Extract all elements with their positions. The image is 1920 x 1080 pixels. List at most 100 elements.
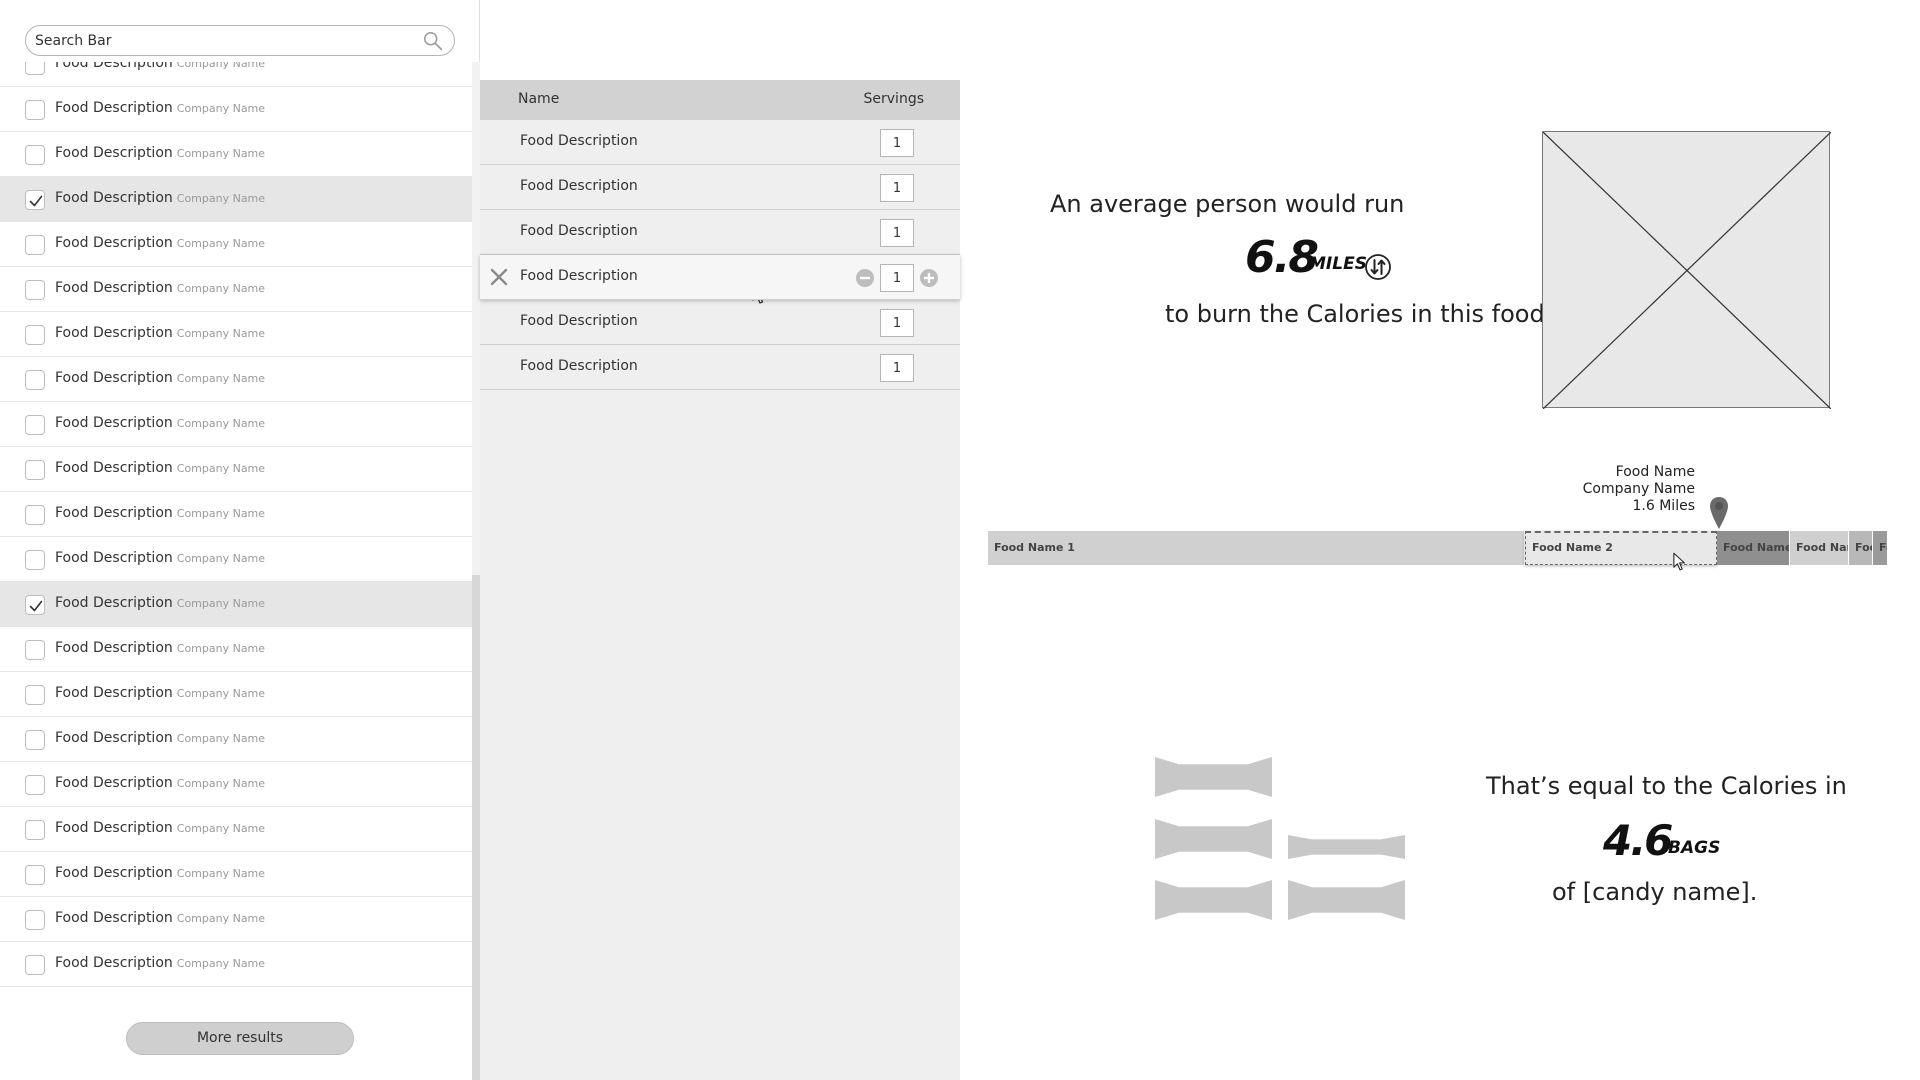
food-list-item[interactable]: Food Description Company Name	[0, 402, 472, 447]
food-item-text: Food Description Company Name	[55, 910, 265, 926]
food-checkbox[interactable]	[25, 639, 45, 660]
calorie-bar-segment[interactable]: Food Name 6	[1873, 531, 1888, 565]
food-description: Food Description	[55, 415, 173, 431]
food-description: Food Description	[55, 910, 173, 926]
food-item-text: Food Description Company Name	[55, 730, 265, 746]
food-list-item[interactable]: Food Description Company Name	[0, 897, 472, 942]
image-placeholder-icon	[1542, 131, 1832, 410]
food-checkbox[interactable]	[25, 864, 45, 885]
search-icon[interactable]	[422, 30, 444, 52]
food-list-item[interactable]: Food Description Company Name	[0, 177, 472, 222]
servings-quantity-input[interactable]	[880, 129, 914, 157]
food-list-item[interactable]: Food Description Company Name	[0, 267, 472, 312]
servings-quantity-input[interactable]	[880, 174, 914, 202]
servings-row[interactable]: Food Description	[480, 210, 960, 255]
calorie-bar-segment[interactable]: Food Name 3	[1717, 531, 1790, 565]
servings-row[interactable]: Food Description	[480, 165, 960, 210]
calorie-bar-segment[interactable]: Food Name 2	[1525, 531, 1717, 565]
food-description: Food Description	[55, 685, 173, 701]
increase-servings-icon[interactable]	[919, 268, 939, 288]
food-list-item[interactable]: Food Description Company Name	[0, 447, 472, 492]
food-list-item[interactable]: Food Description Company Name	[0, 717, 472, 762]
more-results-button[interactable]: More results	[126, 1022, 354, 1055]
food-checkbox[interactable]	[25, 99, 45, 120]
food-checkbox[interactable]	[25, 144, 45, 165]
food-checkbox[interactable]	[25, 594, 45, 615]
food-description: Food Description	[55, 595, 173, 611]
servings-table-header: Name Servings	[480, 80, 960, 120]
food-list-item[interactable]: Food Description Company Name	[0, 537, 472, 582]
decrease-servings-icon[interactable]	[855, 268, 875, 288]
food-list-item[interactable]: Food Description Company Name	[0, 672, 472, 717]
search-box	[25, 25, 455, 56]
food-list-item[interactable]: Food Description Company Name	[0, 627, 472, 672]
food-list-item[interactable]: Food Description Company Name	[0, 807, 472, 852]
food-description: Food Description	[55, 730, 173, 746]
food-checkbox[interactable]	[25, 459, 45, 480]
food-description: Food Description	[55, 505, 173, 521]
servings-row[interactable]: Food Description	[480, 300, 960, 345]
company-name: Company Name	[176, 597, 266, 610]
scrollbar-thumb[interactable]	[472, 575, 480, 1080]
food-list-item[interactable]: Food Description Company Name	[0, 942, 472, 987]
food-checkbox[interactable]	[25, 279, 45, 300]
remove-icon[interactable]	[489, 267, 509, 287]
servings-quantity-input[interactable]	[880, 354, 914, 382]
calorie-bar-segment[interactable]: Food Name 5	[1849, 531, 1873, 565]
food-checkbox[interactable]	[25, 909, 45, 930]
servings-quantity-input[interactable]	[880, 309, 914, 337]
food-item-text: Food Description Company Name	[55, 370, 265, 386]
food-description: Food Description	[55, 460, 173, 476]
company-name: Company Name	[176, 912, 266, 925]
food-item-text: Food Description Company Name	[55, 460, 265, 476]
food-list-item[interactable]: Food Description Company Name	[0, 62, 472, 87]
servings-row[interactable]: Food Description	[480, 255, 960, 300]
food-list-item[interactable]: Food Description Company Name	[0, 312, 472, 357]
food-checkbox[interactable]	[25, 504, 45, 525]
food-description: Food Description	[55, 550, 173, 566]
food-checkbox[interactable]	[25, 954, 45, 975]
company-name: Company Name	[176, 102, 266, 115]
food-checkbox[interactable]	[25, 774, 45, 795]
servings-food-description: Food Description	[520, 178, 638, 194]
food-list-item[interactable]: Food Description Company Name	[0, 357, 472, 402]
calorie-bar-segment[interactable]: Food Name 1	[988, 531, 1525, 565]
company-name: Company Name	[176, 642, 266, 655]
servings-quantity-input[interactable]	[880, 219, 914, 247]
food-list-item[interactable]: Food Description Company Name	[0, 762, 472, 807]
food-list-item[interactable]: Food Description Company Name	[0, 852, 472, 897]
tooltip-company-name: Company Name	[1582, 481, 1695, 497]
food-list-item[interactable]: Food Description Company Name	[0, 492, 472, 537]
food-checkbox[interactable]	[25, 234, 45, 255]
company-name: Company Name	[176, 147, 266, 160]
servings-food-description: Food Description	[520, 268, 638, 284]
food-checkbox[interactable]	[25, 819, 45, 840]
food-list-item[interactable]: Food Description Company Name	[0, 87, 472, 132]
search-input[interactable]	[35, 30, 405, 52]
checkmark-icon	[29, 195, 43, 206]
food-list-item[interactable]: Food Description Company Name	[0, 222, 472, 267]
food-checkbox[interactable]	[25, 684, 45, 705]
company-name: Company Name	[176, 192, 266, 205]
food-checkbox[interactable]	[25, 189, 45, 210]
company-name: Company Name	[176, 62, 266, 70]
servings-row[interactable]: Food Description	[480, 120, 960, 165]
food-checkbox[interactable]	[25, 324, 45, 345]
servings-quantity-input[interactable]	[880, 264, 914, 292]
servings-food-description: Food Description	[520, 223, 638, 239]
food-description: Food Description	[55, 640, 173, 656]
food-list-item[interactable]: Food Description Company Name	[0, 582, 472, 627]
food-checkbox[interactable]	[25, 62, 45, 75]
food-item-text: Food Description Company Name	[55, 595, 265, 611]
servings-panel: Name Servings Food Description Food Descr…	[480, 80, 960, 1080]
calorie-bar-segment[interactable]: Food Name 4	[1790, 531, 1849, 565]
food-description: Food Description	[55, 62, 173, 71]
food-checkbox[interactable]	[25, 549, 45, 570]
servings-row[interactable]: Food Description	[480, 345, 960, 390]
food-checkbox[interactable]	[25, 369, 45, 390]
food-checkbox[interactable]	[25, 729, 45, 750]
food-list-item[interactable]: Food Description Company Name	[0, 132, 472, 177]
food-item-text: Food Description Company Name	[55, 820, 265, 836]
food-checkbox[interactable]	[25, 414, 45, 435]
swap-units-icon[interactable]	[1364, 253, 1392, 281]
